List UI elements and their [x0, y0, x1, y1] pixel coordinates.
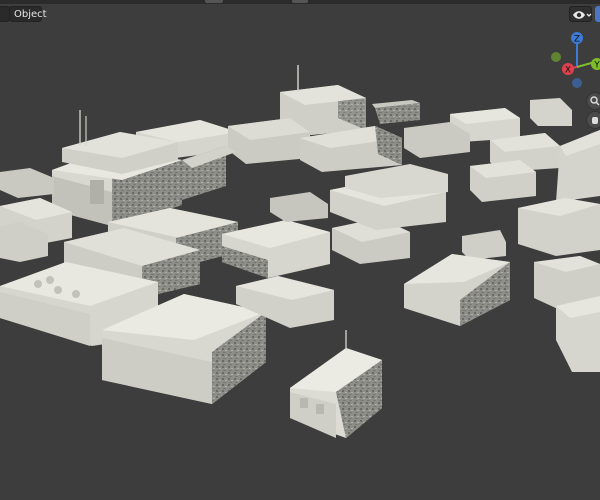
building-right-corner — [556, 296, 600, 372]
building-mid-4 — [270, 192, 328, 222]
building-right-mid — [518, 198, 600, 256]
building-mid-9 — [470, 160, 536, 202]
building-right-tall — [556, 130, 600, 202]
building-back-mid — [228, 118, 310, 164]
building-edge-left-1 — [0, 168, 54, 198]
building-foreground — [290, 330, 382, 438]
building-far-4 — [530, 98, 572, 126]
building-front-right-1 — [404, 254, 510, 326]
building-far-2 — [372, 100, 420, 124]
building-mid-8 — [462, 230, 506, 260]
building-mid-3 — [222, 220, 330, 278]
3d-viewport[interactable]: Object Z Y X — [0, 0, 600, 500]
city-scene — [0, 65, 600, 438]
